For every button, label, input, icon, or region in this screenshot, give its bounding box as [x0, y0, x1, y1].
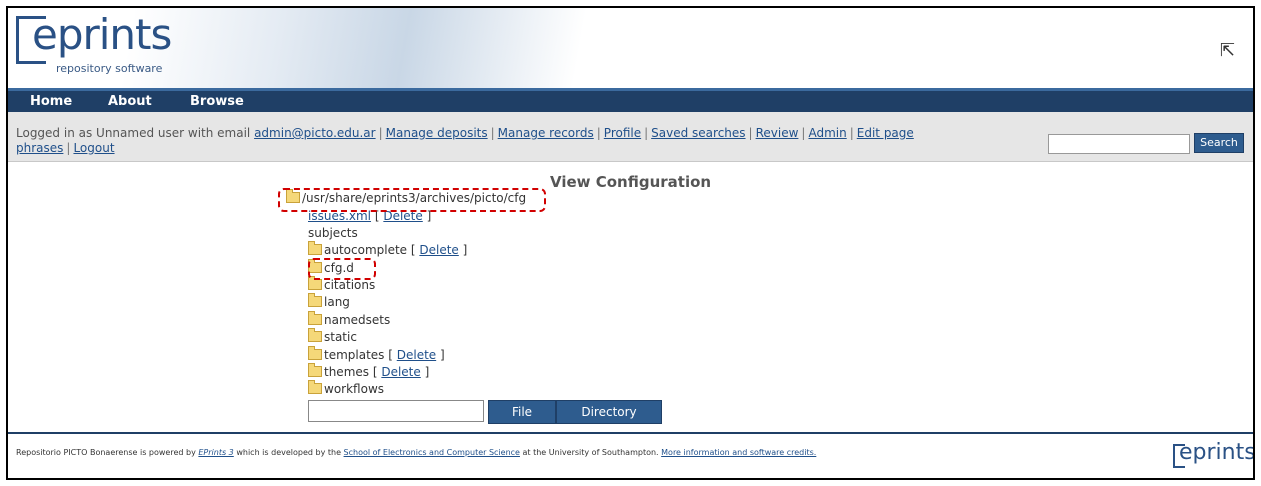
tree-item-subjects: subjects: [308, 225, 358, 241]
user-bar: Logged in as Unnamed user with email adm…: [8, 112, 1253, 162]
tree-folder-templates[interactable]: templates [ Delete ]: [308, 346, 445, 363]
search-button[interactable]: Search: [1194, 133, 1244, 153]
subjects-label: subjects: [308, 226, 358, 240]
logo-tagline: repository software: [56, 62, 163, 75]
logged-in-text: Logged in as Unnamed user with email: [16, 126, 251, 140]
tree-folder-static[interactable]: static: [308, 328, 357, 345]
ecs-link[interactable]: School of Electronics and Computer Scien…: [344, 448, 520, 457]
user-email-link[interactable]: admin@picto.edu.ar: [254, 126, 376, 140]
site-header: eprints repository software ⇱: [8, 8, 1253, 88]
browser-viewport: eprints repository software ⇱ Home About…: [6, 6, 1255, 480]
review-link[interactable]: Review: [756, 126, 799, 140]
user-links: Logged in as Unnamed user with email adm…: [16, 126, 914, 155]
mouse-cursor-icon: ⇱: [1219, 40, 1235, 61]
folder-icon: [308, 241, 322, 255]
delete-templates-link[interactable]: Delete: [397, 348, 436, 362]
folder-label: lang: [324, 295, 350, 309]
credits-link[interactable]: More information and software credits.: [661, 448, 816, 457]
manage-records-link[interactable]: Manage records: [498, 126, 594, 140]
folder-label: workflows: [324, 382, 385, 396]
site-footer: Repositorio PICTO Bonaerense is powered …: [8, 432, 1253, 478]
folder-icon: [308, 293, 322, 307]
delete-themes-link[interactable]: Delete: [381, 365, 420, 379]
tree-folder-workflows[interactable]: workflows: [308, 380, 385, 397]
footer-text-1: Repositorio PICTO Bonaerense is powered …: [16, 448, 196, 457]
footer-eprints-logo[interactable]: eprints: [1173, 440, 1253, 472]
tree-folder-autocomplete[interactable]: autocomplete [ Delete ]: [308, 241, 467, 258]
logout-link[interactable]: Logout: [73, 141, 114, 155]
folder-icon: [308, 311, 322, 325]
footer-logo-wordmark: eprints: [1179, 440, 1255, 465]
folder-label: namedsets: [324, 313, 391, 327]
admin-link[interactable]: Admin: [808, 126, 846, 140]
folder-icon: [308, 276, 322, 290]
nav-about[interactable]: About: [108, 94, 152, 109]
eprints3-link[interactable]: EPrints 3: [198, 448, 233, 457]
folder-icon: [308, 346, 322, 360]
folder-icon: [308, 363, 322, 377]
footer-text-3: at the University of Southampton.: [522, 448, 659, 457]
folder-label: themes: [324, 365, 370, 379]
nav-home[interactable]: Home: [30, 94, 72, 109]
folder-label: templates: [324, 348, 385, 362]
new-entry-name-input[interactable]: [308, 400, 484, 422]
delete-autocomplete-link[interactable]: Delete: [419, 243, 458, 257]
footer-text-2: which is developed by the: [236, 448, 341, 457]
nav-browse[interactable]: Browse: [190, 94, 244, 109]
folder-label: static: [324, 330, 357, 344]
tree-folder-themes[interactable]: themes [ Delete ]: [308, 363, 429, 380]
manage-deposits-link[interactable]: Manage deposits: [386, 126, 488, 140]
highlight-root-path: [278, 188, 546, 212]
tree-folder-namedsets[interactable]: namedsets: [308, 311, 391, 328]
highlight-cfg-d: [308, 258, 376, 280]
folder-label: citations: [324, 278, 376, 292]
main-nav: Home About Browse: [8, 88, 1253, 112]
tree-folder-lang[interactable]: lang: [308, 293, 350, 310]
saved-searches-link[interactable]: Saved searches: [651, 126, 745, 140]
folder-icon: [308, 328, 322, 342]
eprints-logo[interactable]: eprints repository software: [16, 10, 186, 80]
search-input[interactable]: [1048, 134, 1190, 154]
logo-wordmark: eprints: [32, 10, 172, 59]
footer-text: Repositorio PICTO Bonaerense is powered …: [16, 448, 816, 457]
folder-label: autocomplete: [324, 243, 408, 257]
create-file-button[interactable]: File: [488, 400, 556, 424]
page-title: View Configuration: [550, 173, 712, 191]
create-directory-button[interactable]: Directory: [556, 400, 662, 424]
profile-link[interactable]: Profile: [604, 126, 641, 140]
folder-icon: [308, 380, 322, 394]
